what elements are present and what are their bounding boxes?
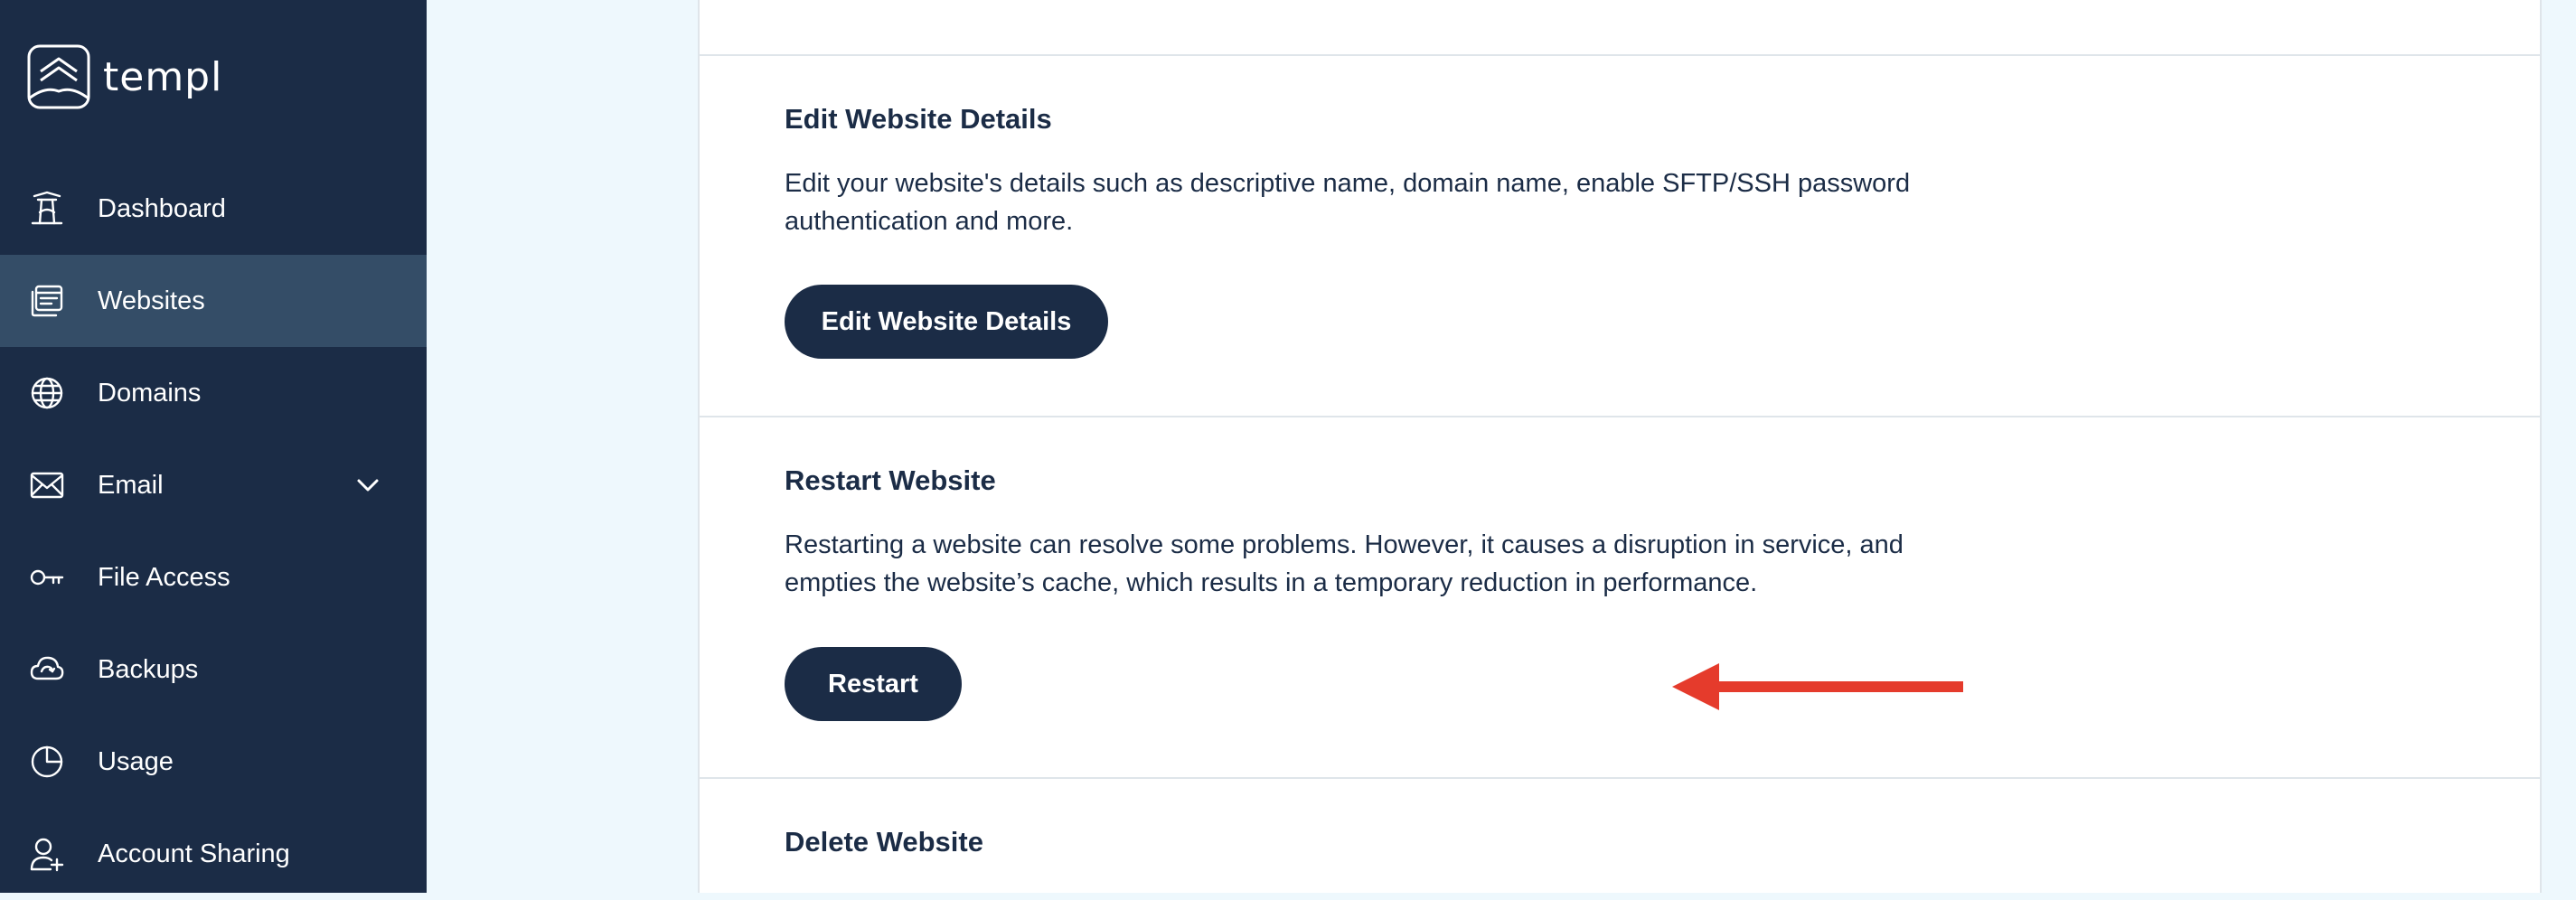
- cloud-backup-icon: [29, 652, 65, 688]
- red-arrow-left-icon: [1672, 663, 1963, 710]
- sidebar-nav: Dashboard Websites Domains Email File Ac…: [0, 163, 427, 900]
- sidebar-item-usage[interactable]: Usage: [0, 716, 427, 808]
- delete-website-title: Delete Website: [785, 826, 983, 858]
- globe-icon: [29, 375, 65, 411]
- sidebar: templ Dashboard Websites Domains Email F…: [0, 0, 427, 893]
- edit-website-title: Edit Website Details: [785, 103, 1052, 135]
- key-icon: [29, 559, 65, 595]
- sidebar-item-label: Account Sharing: [98, 839, 290, 868]
- restart-button[interactable]: Restart: [785, 647, 962, 721]
- brand-name: templ: [103, 53, 223, 100]
- sidebar-item-dashboard[interactable]: Dashboard: [0, 163, 427, 255]
- mail-icon: [29, 467, 65, 503]
- section-divider: [700, 777, 2540, 779]
- edit-website-description: Edit your website's details such as desc…: [785, 169, 1911, 236]
- section-divider: [700, 54, 2540, 56]
- sidebar-item-label: Email: [98, 470, 164, 500]
- user-add-icon: [29, 836, 65, 872]
- templ-logo-icon: [27, 44, 90, 109]
- chevron-down-icon[interactable]: [354, 472, 381, 499]
- sidebar-item-domains[interactable]: Domains: [0, 347, 427, 439]
- dashboard-icon: [29, 191, 65, 227]
- sidebar-item-file-access[interactable]: File Access: [0, 531, 427, 623]
- restart-website-title: Restart Website: [785, 464, 996, 496]
- websites-icon: [29, 283, 65, 319]
- sidebar-item-email[interactable]: Email: [0, 439, 427, 531]
- restart-website-description: Restarting a website can resolve some pr…: [785, 530, 1904, 597]
- section-divider: [700, 416, 2540, 417]
- brand-logo[interactable]: templ: [27, 43, 222, 110]
- sidebar-item-account-sharing[interactable]: Account Sharing: [0, 808, 427, 900]
- edit-website-details-button[interactable]: Edit Website Details: [785, 285, 1108, 359]
- sidebar-item-websites[interactable]: Websites: [0, 255, 427, 347]
- pie-chart-icon: [29, 744, 65, 780]
- website-settings-card: Edit Website Details Edit your website's…: [698, 0, 2542, 893]
- sidebar-item-label: Dashboard: [98, 193, 226, 223]
- sidebar-item-backups[interactable]: Backups: [0, 623, 427, 716]
- sidebar-item-label: Websites: [98, 286, 205, 315]
- sidebar-item-label: File Access: [98, 562, 230, 592]
- sidebar-item-label: Backups: [98, 654, 199, 684]
- sidebar-item-label: Usage: [98, 746, 174, 776]
- sidebar-item-label: Domains: [98, 378, 202, 408]
